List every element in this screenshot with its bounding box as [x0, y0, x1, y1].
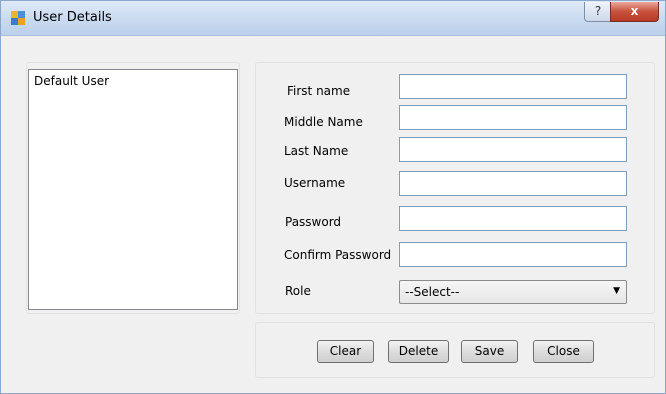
- confirm-password-field[interactable]: [399, 242, 627, 267]
- close-button[interactable]: Close: [533, 340, 594, 363]
- username-field[interactable]: [399, 171, 627, 196]
- role-select[interactable]: --Select-- ▼: [399, 280, 627, 304]
- window-title: User Details: [33, 10, 112, 25]
- save-button[interactable]: Save: [461, 340, 518, 363]
- last-name-label: Last Name: [284, 144, 349, 158]
- middle-name-field[interactable]: [399, 105, 627, 130]
- role-label: Role: [285, 284, 311, 298]
- role-selected-value: --Select--: [405, 285, 460, 299]
- help-icon: ?: [594, 4, 602, 18]
- last-name-field[interactable]: [399, 137, 627, 162]
- help-button[interactable]: ?: [584, 2, 612, 22]
- title-bar[interactable]: User Details ? x: [1, 1, 665, 36]
- app-icon: [11, 11, 25, 25]
- delete-button[interactable]: Delete: [388, 340, 449, 363]
- list-item-default-user[interactable]: Default User: [34, 74, 109, 88]
- close-window-button[interactable]: x: [610, 2, 659, 22]
- password-label: Password: [285, 215, 342, 229]
- username-label: Username: [284, 176, 346, 190]
- user-listbox[interactable]: Default User: [28, 69, 238, 310]
- first-name-field[interactable]: [399, 74, 627, 99]
- password-field[interactable]: [399, 206, 627, 231]
- confirm-password-label: Confirm Password: [284, 248, 392, 262]
- close-icon: x: [630, 4, 639, 18]
- middle-name-label: Middle Name: [284, 115, 363, 129]
- chevron-down-icon[interactable]: ▼: [613, 286, 620, 296]
- clear-button[interactable]: Clear: [317, 340, 374, 363]
- button-panel: [255, 322, 655, 378]
- first-name-label: First name: [287, 84, 351, 98]
